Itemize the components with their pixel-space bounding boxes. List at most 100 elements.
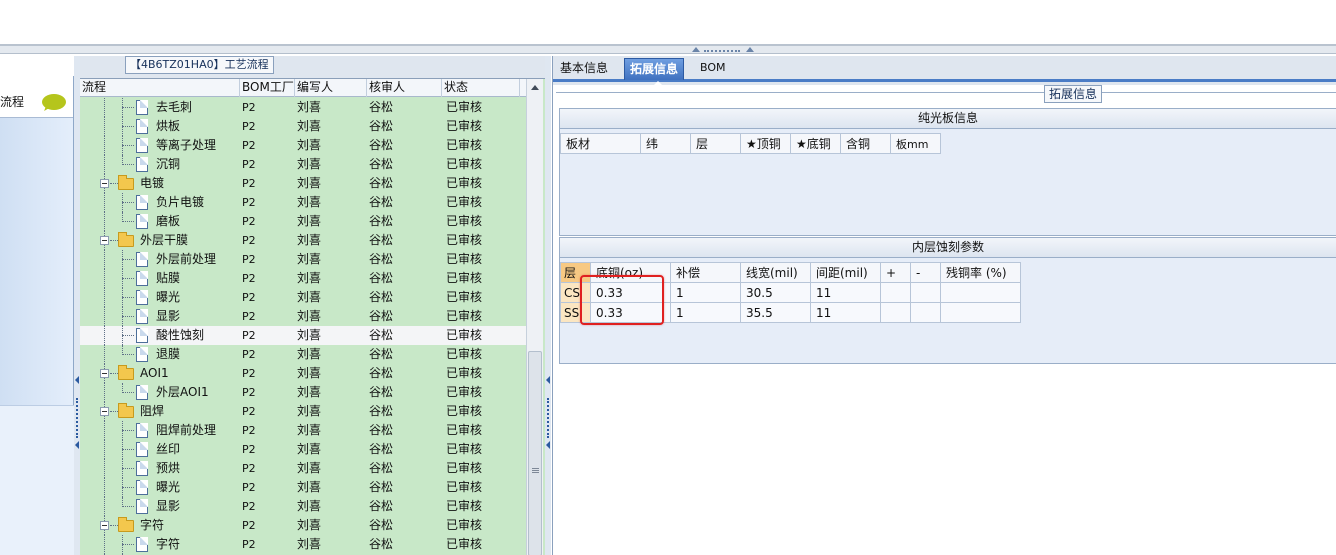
column-header-reviewer[interactable]: 核审人 — [367, 79, 442, 97]
writer-cell[interactable]: 刘喜 — [297, 194, 321, 212]
status-cell[interactable]: 已审核 — [446, 365, 482, 383]
etch-cell-compensation[interactable]: 1 — [670, 302, 741, 323]
status-cell[interactable]: 已审核 — [446, 270, 482, 288]
collapse-left-arrow-icon[interactable] — [75, 441, 79, 449]
bom-factory-cell[interactable]: P2 — [242, 99, 256, 117]
process-name-cell[interactable]: 贴膜 — [156, 270, 180, 288]
process-name-cell[interactable]: 显影 — [156, 498, 180, 516]
reviewer-cell[interactable]: 谷松 — [369, 118, 393, 136]
collapse-arrow-icon[interactable] — [692, 47, 700, 52]
laminate-col-weft[interactable]: 纬 — [640, 133, 691, 154]
process-name-cell[interactable]: 阻焊 — [140, 403, 164, 421]
laminate-col-top-copper[interactable]: ★顶铜 — [740, 133, 791, 154]
reviewer-cell[interactable]: 谷松 — [369, 289, 393, 307]
writer-cell[interactable]: 刘喜 — [297, 213, 321, 231]
etch-cell-plus[interactable] — [880, 302, 911, 323]
etch-cell-spacing[interactable]: 11 — [810, 302, 881, 323]
reviewer-cell[interactable]: 谷松 — [369, 403, 393, 421]
reviewer-cell[interactable]: 谷松 — [369, 441, 393, 459]
nav-item-process[interactable]: 流程 — [0, 76, 73, 118]
process-name-cell[interactable]: 外层前处理 — [156, 251, 216, 269]
reviewer-cell[interactable]: 谷松 — [369, 270, 393, 288]
process-row[interactable]: 曝光 P2 刘喜 谷松 已审核 — [80, 478, 526, 497]
process-row[interactable]: 阻焊前处理 P2 刘喜 谷松 已审核 — [80, 421, 526, 440]
status-cell[interactable]: 已审核 — [446, 99, 482, 117]
column-header-writer[interactable]: 编写人 — [295, 79, 367, 97]
writer-cell[interactable]: 刘喜 — [297, 289, 321, 307]
process-row[interactable]: 字符 P2 刘喜 谷松 已审核 — [80, 516, 526, 535]
writer-cell[interactable]: 刘喜 — [297, 99, 321, 117]
process-row[interactable]: 退膜 P2 刘喜 谷松 已审核 — [80, 345, 526, 364]
status-cell[interactable]: 已审核 — [446, 232, 482, 250]
reviewer-cell[interactable]: 谷松 — [369, 517, 393, 535]
status-cell[interactable]: 已审核 — [446, 536, 482, 554]
grid-vertical-scrollbar[interactable] — [526, 79, 543, 555]
bom-factory-cell[interactable]: P2 — [242, 213, 256, 231]
bom-factory-cell[interactable]: P2 — [242, 517, 256, 535]
reviewer-cell[interactable]: 谷松 — [369, 175, 393, 193]
writer-cell[interactable]: 刘喜 — [297, 403, 321, 421]
horizontal-splitter[interactable] — [0, 46, 1336, 54]
process-row[interactable]: 曝光 P2 刘喜 谷松 已审核 — [80, 288, 526, 307]
reviewer-cell[interactable]: 谷松 — [369, 460, 393, 478]
etch-cell-spacing[interactable]: 11 — [810, 282, 881, 303]
status-cell[interactable]: 已审核 — [446, 441, 482, 459]
writer-cell[interactable]: 刘喜 — [297, 498, 321, 516]
reviewer-cell[interactable]: 谷松 — [369, 384, 393, 402]
writer-cell[interactable]: 刘喜 — [297, 118, 321, 136]
reviewer-cell[interactable]: 谷松 — [369, 99, 393, 117]
laminate-col-with-copper[interactable]: 含铜 — [840, 133, 891, 154]
status-cell[interactable]: 已审核 — [446, 498, 482, 516]
column-header-status[interactable]: 状态 — [442, 79, 520, 97]
bom-factory-cell[interactable]: P2 — [242, 346, 256, 364]
collapse-toggle-icon[interactable] — [100, 179, 109, 188]
tab-basic-info[interactable]: 基本信息 — [555, 58, 613, 80]
writer-cell[interactable]: 刘喜 — [297, 156, 321, 174]
status-cell[interactable]: 已审核 — [446, 517, 482, 535]
etch-col-residual-copper[interactable]: 残铜率 (%) — [940, 262, 1021, 283]
status-cell[interactable]: 已审核 — [446, 213, 482, 231]
process-row[interactable]: 酸性蚀刻 P2 刘喜 谷松 已审核 — [80, 326, 526, 345]
status-cell[interactable]: 已审核 — [446, 118, 482, 136]
process-row[interactable]: 去毛刺 P2 刘喜 谷松 已审核 — [80, 98, 526, 117]
bom-factory-cell[interactable]: P2 — [242, 365, 256, 383]
writer-cell[interactable]: 刘喜 — [297, 232, 321, 250]
process-row[interactable]: 外层前处理 P2 刘喜 谷松 已审核 — [80, 250, 526, 269]
laminate-col-board[interactable]: 板材 — [560, 133, 641, 154]
writer-cell[interactable]: 刘喜 — [297, 422, 321, 440]
etch-col-line-width[interactable]: 线宽(mil) — [740, 262, 811, 283]
process-name-cell[interactable]: 显影 — [156, 308, 180, 326]
reviewer-cell[interactable]: 谷松 — [369, 308, 393, 326]
bom-factory-cell[interactable]: P2 — [242, 194, 256, 212]
bom-factory-cell[interactable]: P2 — [242, 403, 256, 421]
status-cell[interactable]: 已审核 — [446, 289, 482, 307]
bom-factory-cell[interactable]: P2 — [242, 232, 256, 250]
bom-factory-cell[interactable]: P2 — [242, 175, 256, 193]
process-name-cell[interactable]: 外层干膜 — [140, 232, 188, 250]
laminate-col-layer[interactable]: 层 — [690, 133, 741, 154]
reviewer-cell[interactable]: 谷松 — [369, 365, 393, 383]
process-row[interactable]: 阻焊 P2 刘喜 谷松 已审核 — [80, 402, 526, 421]
etch-cell-residual-copper[interactable] — [940, 282, 1021, 303]
bom-factory-cell[interactable]: P2 — [242, 270, 256, 288]
reviewer-cell[interactable]: 谷松 — [369, 137, 393, 155]
collapse-toggle-icon[interactable] — [100, 521, 109, 530]
reviewer-cell[interactable]: 谷松 — [369, 422, 393, 440]
reviewer-cell[interactable]: 谷松 — [369, 327, 393, 345]
process-name-cell[interactable]: 字符 — [156, 536, 180, 554]
process-name-cell[interactable]: 外层AOI1 — [156, 384, 209, 402]
splitter-grip[interactable] — [692, 47, 754, 53]
etch-cell-line-width[interactable]: 35.5 — [740, 302, 811, 323]
collapse-toggle-icon[interactable] — [100, 407, 109, 416]
process-name-cell[interactable]: 字符 — [140, 517, 164, 535]
etch-cell-plus[interactable] — [880, 282, 911, 303]
writer-cell[interactable]: 刘喜 — [297, 270, 321, 288]
etch-col-plus[interactable]: + — [880, 262, 911, 283]
laminate-col-bottom-copper[interactable]: ★底铜 — [790, 133, 841, 154]
process-row[interactable]: 烘板 P2 刘喜 谷松 已审核 — [80, 117, 526, 136]
bom-factory-cell[interactable]: P2 — [242, 536, 256, 554]
process-row[interactable]: 丝印 P2 刘喜 谷松 已审核 — [80, 440, 526, 459]
bom-factory-cell[interactable]: P2 — [242, 441, 256, 459]
reviewer-cell[interactable]: 谷松 — [369, 536, 393, 554]
etch-col-minus[interactable]: - — [910, 262, 941, 283]
